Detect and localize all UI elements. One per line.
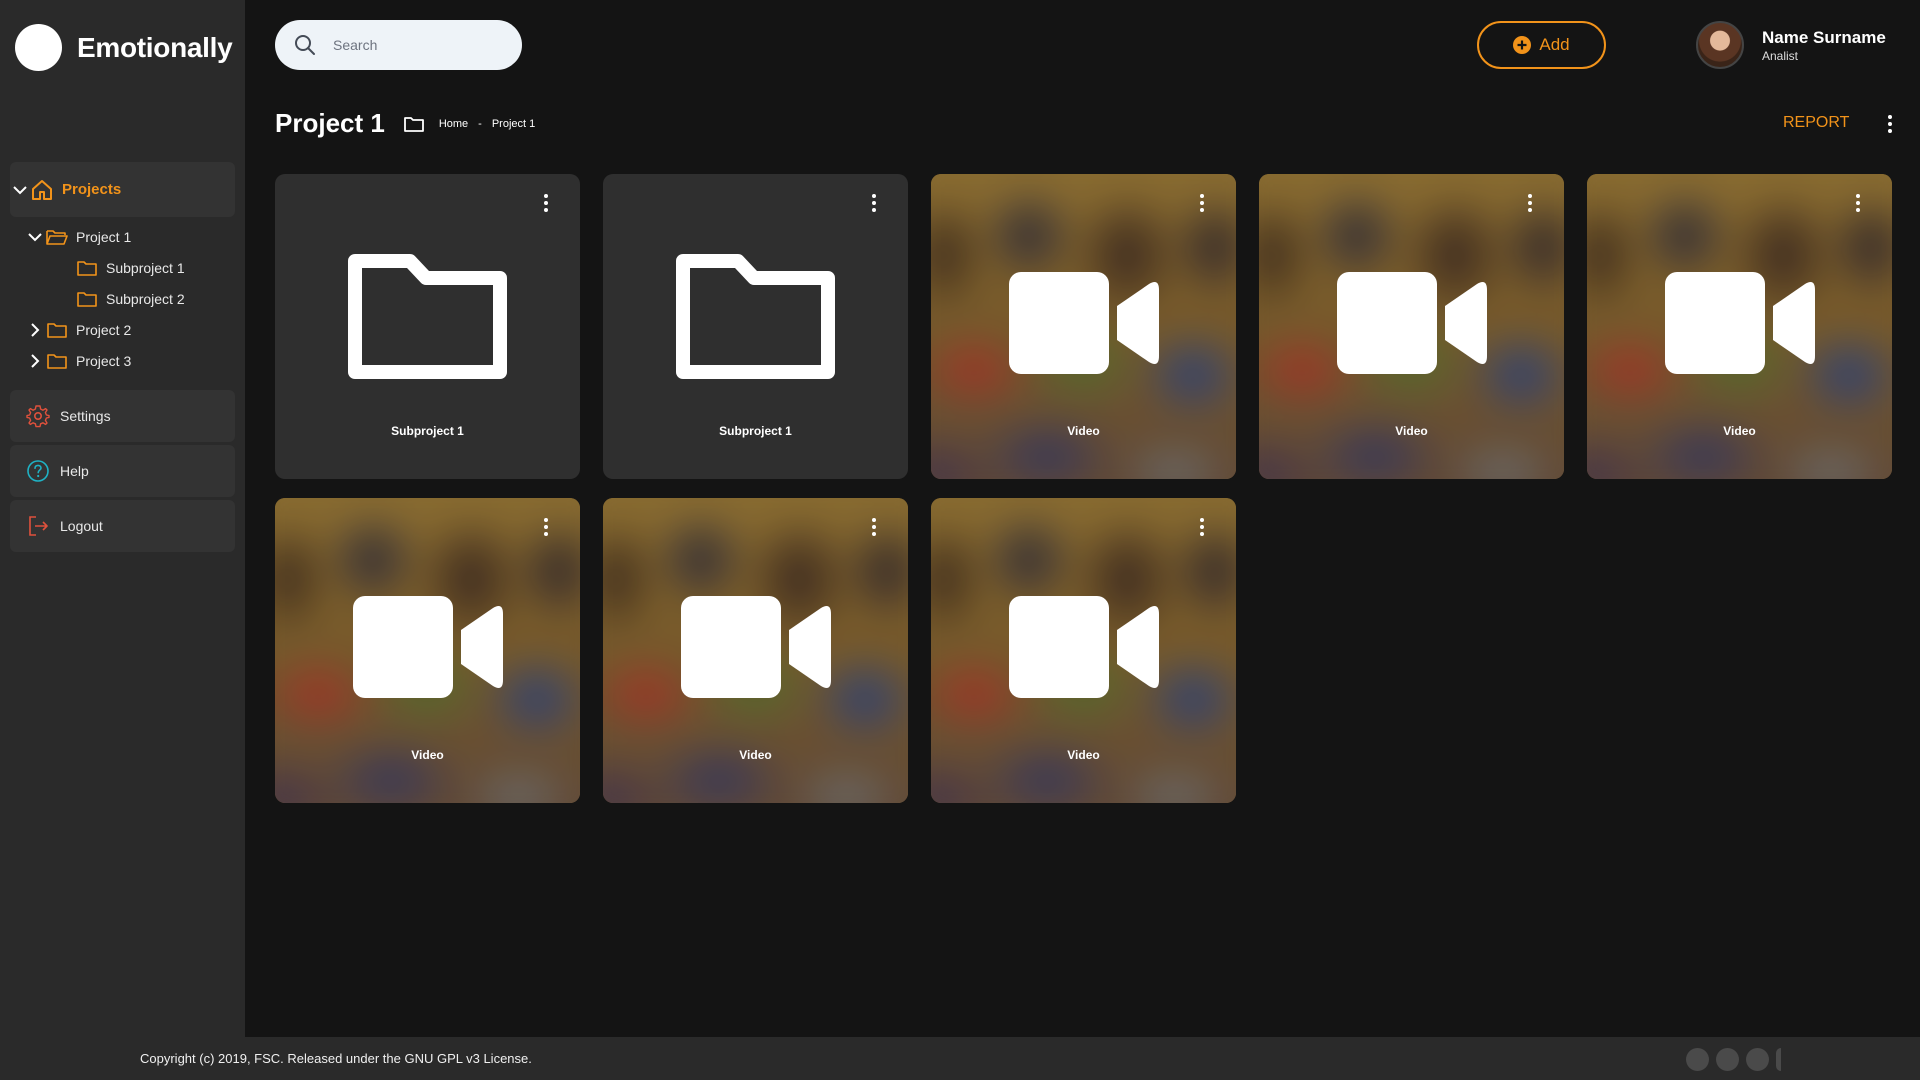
chevron-right-icon[interactable] <box>28 353 42 368</box>
tree-item-label: Project 1 <box>76 228 132 245</box>
folder-icon <box>77 260 97 276</box>
brand-name: Emotionally <box>77 31 233 63</box>
breadcrumb-current: Project 1 <box>491 117 536 130</box>
more-options-icon[interactable] <box>1199 194 1205 216</box>
tree-item-label: Project 2 <box>76 321 132 338</box>
card-label: Video <box>1395 424 1428 438</box>
breadcrumb-home[interactable]: Home <box>439 118 468 130</box>
video-card[interactable]: Video <box>275 498 580 803</box>
user-info: Name Surname Analist <box>1762 28 1886 63</box>
social-icon[interactable] <box>1746 1048 1769 1071</box>
folder-card[interactable]: Subproject 1 <box>603 174 908 479</box>
folder-icon <box>403 116 424 132</box>
folder-icon <box>47 322 67 338</box>
video-card[interactable]: Video <box>1259 174 1564 479</box>
video-card[interactable]: Video <box>931 174 1236 479</box>
user-role: Analist <box>1762 48 1799 63</box>
chevron-down-icon[interactable] <box>28 230 42 244</box>
video-camera-icon <box>1008 596 1159 698</box>
folder-card[interactable]: Subproject 1 <box>275 174 580 479</box>
folder-icon <box>675 254 835 379</box>
folder-icon <box>47 353 67 369</box>
help-icon <box>27 460 49 482</box>
more-options-icon[interactable] <box>1887 115 1893 137</box>
video-card[interactable]: Video <box>1587 174 1892 479</box>
search-icon <box>295 35 315 55</box>
card-label: Subproject 1 <box>719 424 792 438</box>
add-button[interactable]: Add <box>1477 21 1606 69</box>
tree-item-subproject-2[interactable]: Subproject 2 <box>10 283 235 314</box>
report-link[interactable]: REPORT <box>1783 114 1849 132</box>
sidebar-item-settings[interactable]: Settings <box>10 390 235 442</box>
more-options-icon[interactable] <box>543 518 549 540</box>
plus-circle-icon <box>1513 36 1532 54</box>
more-options-icon[interactable] <box>871 518 877 540</box>
video-camera-icon <box>352 596 503 698</box>
gear-icon <box>26 405 50 428</box>
chevron-right-icon[interactable] <box>28 322 42 337</box>
sidebar: Emotionally Projects Project 1 Subprojec… <box>0 0 245 1037</box>
sidebar-item-projects[interactable]: Projects <box>10 162 235 217</box>
user-profile[interactable]: Name Surname Analist <box>1696 21 1886 69</box>
tree-item-project-2[interactable]: Project 2 <box>10 314 235 345</box>
search-input[interactable] <box>333 37 503 53</box>
sidebar-item-logout[interactable]: Logout <box>10 500 235 552</box>
video-camera-icon <box>1664 272 1815 374</box>
copyright-text: Copyright (c) 2019, FSC. Released under … <box>140 1051 532 1066</box>
sidebar-item-label: Projects <box>62 181 122 198</box>
footer-links <box>1686 1048 1788 1071</box>
home-icon <box>32 179 52 200</box>
card-label: Video <box>1067 424 1100 438</box>
card-label: Video <box>739 748 772 762</box>
footer: Copyright (c) 2019, FSC. Released under … <box>0 1037 1920 1080</box>
project-tree: Project 1 Subproject 1 Subproject 2 Proj… <box>10 217 235 376</box>
tree-item-subproject-1[interactable]: Subproject 1 <box>10 252 235 283</box>
tree-item-label: Subproject 2 <box>106 290 185 307</box>
sidebar-item-label: Logout <box>60 518 103 534</box>
social-icon[interactable] <box>1686 1048 1709 1071</box>
card-label: Subproject 1 <box>391 424 464 438</box>
folder-icon <box>77 291 97 307</box>
add-button-label: Add <box>1539 35 1570 54</box>
brand[interactable]: Emotionally <box>15 24 233 71</box>
card-label: Video <box>1067 748 1100 762</box>
more-options-icon[interactable] <box>1855 194 1861 216</box>
folder-open-icon <box>46 229 68 245</box>
card-label: Video <box>1723 424 1756 438</box>
more-options-icon[interactable] <box>1199 518 1205 540</box>
video-card[interactable]: Video <box>603 498 908 803</box>
breadcrumb: Home - Project 1 <box>439 118 535 130</box>
search-box[interactable] <box>275 20 522 70</box>
social-icon[interactable] <box>1716 1048 1739 1071</box>
title-row: Project 1 Home - Project 1 <box>275 108 535 139</box>
folder-icon <box>347 254 507 379</box>
brand-logo <box>15 24 62 71</box>
video-card[interactable]: Video <box>931 498 1236 803</box>
user-name: Name Surname <box>1762 27 1886 47</box>
page-title: Project 1 <box>275 108 385 138</box>
sidebar-nav: Projects Project 1 Subproject 1 Subproje… <box>10 162 235 552</box>
more-options-icon[interactable] <box>1527 194 1533 216</box>
video-camera-icon <box>1008 272 1159 374</box>
breadcrumb-separator: - <box>478 117 482 130</box>
tree-item-label: Subproject 1 <box>106 259 185 276</box>
tree-item-project-1[interactable]: Project 1 <box>10 221 235 252</box>
sidebar-item-help[interactable]: Help <box>10 445 235 497</box>
tree-item-project-3[interactable]: Project 3 <box>10 345 235 376</box>
video-camera-icon <box>1336 272 1487 374</box>
more-options-icon[interactable] <box>871 194 877 216</box>
card-label: Video <box>411 748 444 762</box>
sidebar-item-label: Help <box>60 463 89 479</box>
more-options-icon[interactable] <box>543 194 549 216</box>
logout-icon <box>29 516 48 536</box>
avatar[interactable] <box>1696 21 1744 69</box>
video-camera-icon <box>680 596 831 698</box>
chevron-down-icon[interactable] <box>12 182 28 198</box>
sidebar-item-label: Settings <box>60 408 111 424</box>
tree-item-label: Project 3 <box>76 352 132 369</box>
social-icon[interactable] <box>1776 1048 1781 1071</box>
